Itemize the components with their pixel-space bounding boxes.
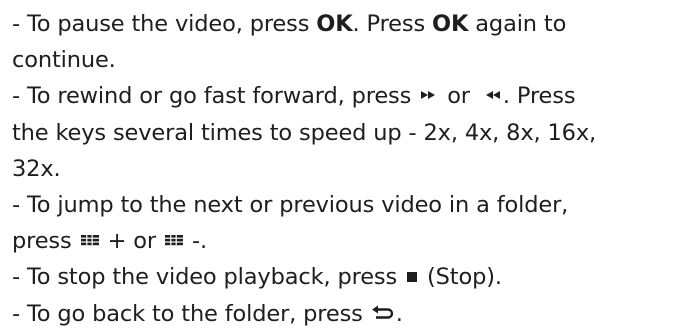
rewind-line-3: 32x. — [12, 151, 696, 187]
stop-text-2: (Stop). — [420, 264, 502, 291]
rewind-text-3: . Press — [502, 83, 576, 110]
jump-text-3: + or — [100, 228, 164, 255]
stop-icon — [404, 269, 420, 283]
rewind-text-5: 32x. — [12, 155, 61, 182]
rewind-line-2: the keys several times to speed up - 2x,… — [12, 115, 696, 151]
rewind-text-4: the keys several times to speed up - 2x,… — [12, 119, 596, 146]
back-icon — [370, 304, 396, 320]
ok-key-label: OK — [316, 11, 353, 37]
rewind-icon — [477, 88, 503, 102]
back-text-2: . — [395, 300, 403, 327]
jump-text: - To jump to the next or previous video … — [12, 191, 569, 218]
jump-line-2: press + or -. — [12, 223, 696, 259]
list-icon — [79, 233, 101, 247]
instructions-text: - To pause the video, press OK. Press OK… — [12, 6, 696, 332]
pause-line-2: continue. — [12, 42, 696, 78]
back-line: - To go back to the folder, press . — [12, 296, 696, 332]
stop-text: - To stop the video playback, press — [12, 264, 405, 291]
back-text: - To go back to the folder, press — [12, 300, 370, 327]
ok-key-label-2: OK — [432, 11, 469, 37]
jump-line-1: - To jump to the next or previous video … — [12, 187, 696, 223]
pause-text-3: again to — [468, 11, 567, 37]
jump-text-4: -. — [185, 228, 207, 255]
pause-text-2: . Press — [352, 11, 433, 37]
rewind-line-1: - To rewind or go fast forward, press or… — [12, 78, 696, 114]
stop-line: - To stop the video playback, press (Sto… — [12, 259, 696, 295]
pause-text: - To pause the video, press — [12, 11, 317, 37]
fast-forward-icon — [418, 88, 440, 102]
pause-line-1: - To pause the video, press OK. Press OK… — [12, 6, 696, 42]
rewind-text-2: or — [440, 83, 477, 110]
pause-text-4: continue. — [12, 47, 116, 74]
jump-text-2: press — [12, 228, 79, 255]
rewind-text: - To rewind or go fast forward, press — [12, 83, 419, 110]
list-icon — [163, 233, 185, 247]
